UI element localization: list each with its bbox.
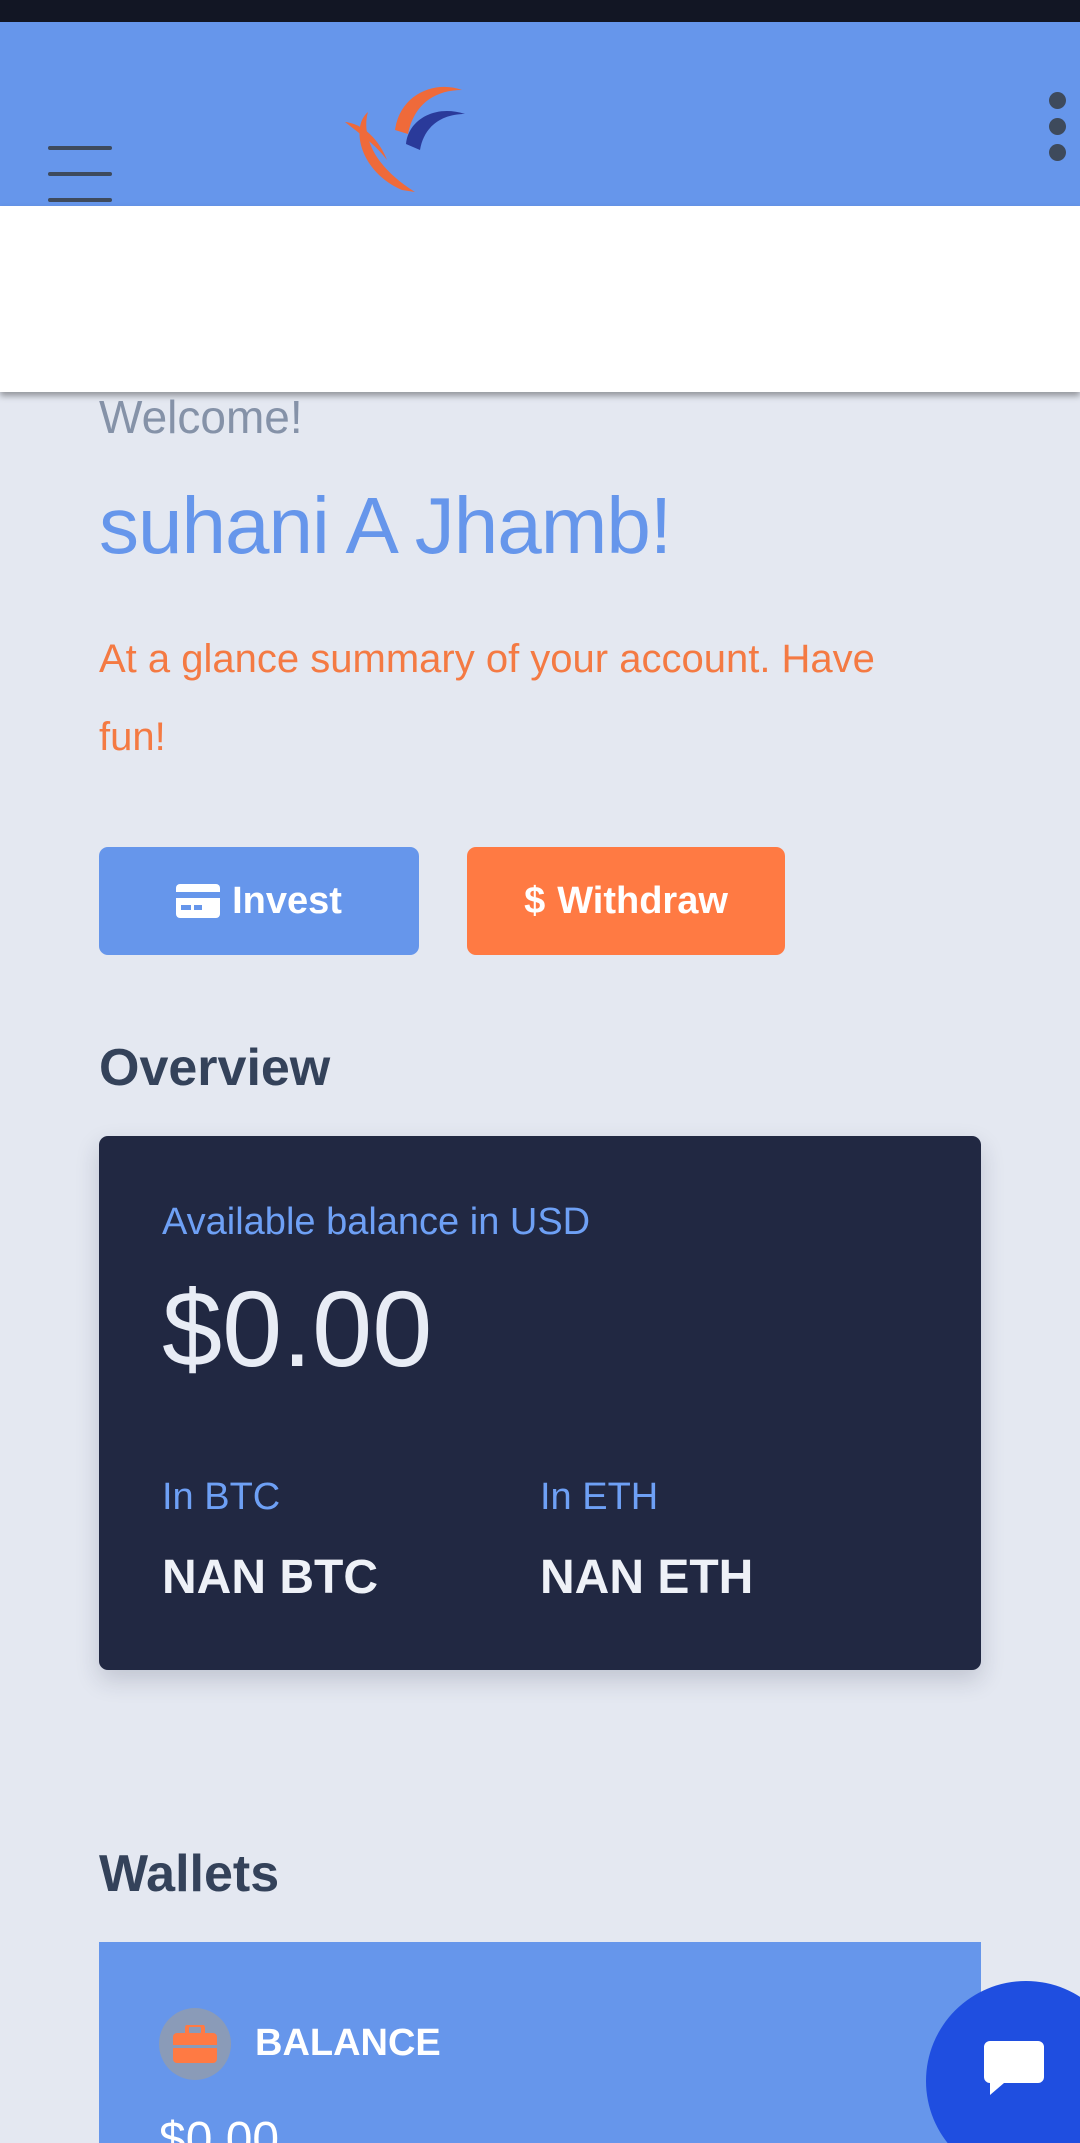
overview-card: Available balance in USD $0.00 In BTC NA… xyxy=(99,1136,981,1670)
eth-value: NAN ETH xyxy=(540,1551,754,1604)
hamburger-line xyxy=(48,172,112,176)
crescent-logo-icon[interactable] xyxy=(340,72,470,202)
hamburger-line xyxy=(48,198,112,202)
credit-card-icon xyxy=(176,884,221,918)
overview-title: Overview xyxy=(99,1039,331,1097)
btc-label: In BTC xyxy=(162,1476,281,1518)
btc-value: NAN BTC xyxy=(162,1551,378,1604)
wallet-card-balance[interactable]: BALANCE $0.00 xyxy=(99,1942,981,2143)
summary-text: At a glance summary of your account. Hav… xyxy=(99,637,875,759)
wallet-label: BALANCE xyxy=(255,2022,441,2064)
wallet-amount: $0.00 xyxy=(159,2113,280,2143)
eth-label: In ETH xyxy=(540,1476,659,1518)
wallets-title: Wallets xyxy=(99,1845,280,1903)
dollar-icon: $ xyxy=(524,879,546,922)
invest-button[interactable]: Invest xyxy=(99,847,419,955)
withdraw-label: Withdraw xyxy=(557,879,728,922)
status-bar xyxy=(0,0,1080,22)
balance-label: Available balance in USD xyxy=(162,1201,591,1243)
withdraw-button[interactable]: $ Withdraw xyxy=(467,847,785,955)
menu-button[interactable] xyxy=(48,138,112,214)
balance-value: $0.00 xyxy=(162,1268,433,1389)
briefcase-icon xyxy=(159,2008,231,2080)
user-name: suhani A Jhamb! xyxy=(99,481,672,570)
app-bar xyxy=(0,22,1080,206)
hamburger-menu-icon xyxy=(48,146,112,150)
chat-bubble-icon xyxy=(984,2041,1044,2095)
welcome-text: Welcome! xyxy=(99,391,303,443)
invest-label: Invest xyxy=(232,879,342,922)
more-vertical-icon[interactable] xyxy=(1042,92,1072,162)
sub-header-panel xyxy=(0,206,1080,392)
